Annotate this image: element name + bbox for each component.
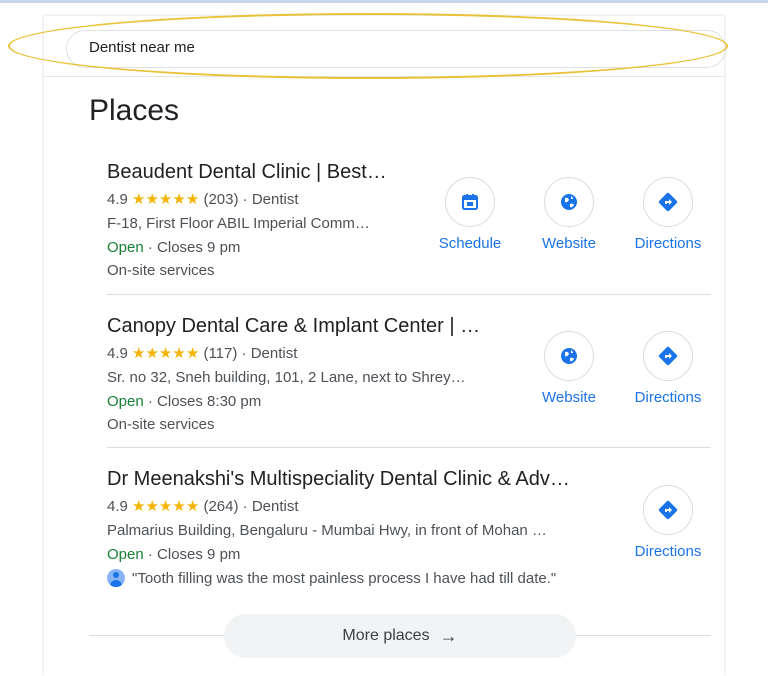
directions-label[interactable]: Directions <box>618 543 718 560</box>
divider <box>107 447 711 448</box>
schedule-button[interactable]: Schedule <box>420 177 520 252</box>
place-address: Sr. no 32, Sneh building, 101, 2 Lane, n… <box>107 369 466 386</box>
star-rating-icon: ★★★★★ <box>132 498 200 515</box>
arrow-right-icon: → <box>439 625 458 646</box>
rating-value: 4.9 <box>107 191 128 208</box>
directions-button[interactable]: Directions <box>618 485 718 560</box>
divider <box>107 294 711 295</box>
place-category: · Dentist <box>241 345 298 362</box>
review-count[interactable]: (264) <box>203 498 238 515</box>
place-name[interactable]: Canopy Dental Care & Implant Center | … <box>107 315 507 338</box>
place-category: · Dentist <box>242 191 299 208</box>
star-rating-icon: ★★★★★ <box>132 345 200 362</box>
review-text: "Tooth filling was the most painless pro… <box>132 569 557 587</box>
directions-button[interactable]: Directions <box>618 177 718 252</box>
directions-icon-circle[interactable] <box>643 331 693 381</box>
more-places-label[interactable]: More places <box>342 627 429 645</box>
review-count[interactable]: (117) <box>203 345 237 362</box>
service-info: On-site services <box>107 262 215 279</box>
rating-value: 4.9 <box>107 345 128 362</box>
service-info: On-site services <box>107 416 215 433</box>
places-heading: Places <box>89 94 180 127</box>
globe-icon <box>561 194 577 210</box>
directions-label[interactable]: Directions <box>618 235 718 252</box>
user-avatar-icon <box>107 569 125 587</box>
website-icon-circle[interactable] <box>544 331 594 381</box>
globe-icon <box>561 348 577 364</box>
website-label[interactable]: Website <box>519 389 619 406</box>
rating-value: 4.9 <box>107 498 128 515</box>
place-name[interactable]: Dr Meenakshi's Multispeciality Dental Cl… <box>107 468 602 491</box>
website-button[interactable]: Website <box>519 331 619 406</box>
directions-icon-circle[interactable] <box>643 485 693 535</box>
closing-time: · Closes 9 pm <box>147 239 241 256</box>
closing-time: · Closes 8:30 pm <box>147 393 262 410</box>
directions-icon <box>658 500 678 520</box>
review-snippet: "Tooth filling was the most painless pro… <box>107 569 711 587</box>
search-query-text[interactable]: Dentist near me <box>89 39 195 56</box>
top-accent-line <box>0 0 768 3</box>
open-status: Open <box>107 393 144 410</box>
more-places-button[interactable]: More places → <box>224 614 576 658</box>
closing-time: · Closes 9 pm <box>147 546 241 563</box>
directions-icon <box>658 346 678 366</box>
schedule-label[interactable]: Schedule <box>420 235 520 252</box>
place-address: F-18, First Floor ABIL Imperial Comm… <box>107 215 370 232</box>
open-status: Open <box>107 239 144 256</box>
website-icon-circle[interactable] <box>544 177 594 227</box>
review-count[interactable]: (203) <box>203 191 238 208</box>
calendar-icon <box>462 194 478 210</box>
star-rating-icon: ★★★★★ <box>132 191 200 208</box>
website-label[interactable]: Website <box>519 235 619 252</box>
directions-label[interactable]: Directions <box>618 389 718 406</box>
open-status: Open <box>107 546 144 563</box>
directions-icon-circle[interactable] <box>643 177 693 227</box>
place-name[interactable]: Beaudent Dental Clinic | Best… <box>107 161 407 184</box>
website-button[interactable]: Website <box>519 177 619 252</box>
place-address: Palmarius Building, Bengaluru - Mumbai H… <box>107 522 547 539</box>
schedule-icon-circle[interactable] <box>445 177 495 227</box>
place-category: · Dentist <box>242 498 299 515</box>
directions-icon <box>658 192 678 212</box>
directions-button[interactable]: Directions <box>618 331 718 406</box>
